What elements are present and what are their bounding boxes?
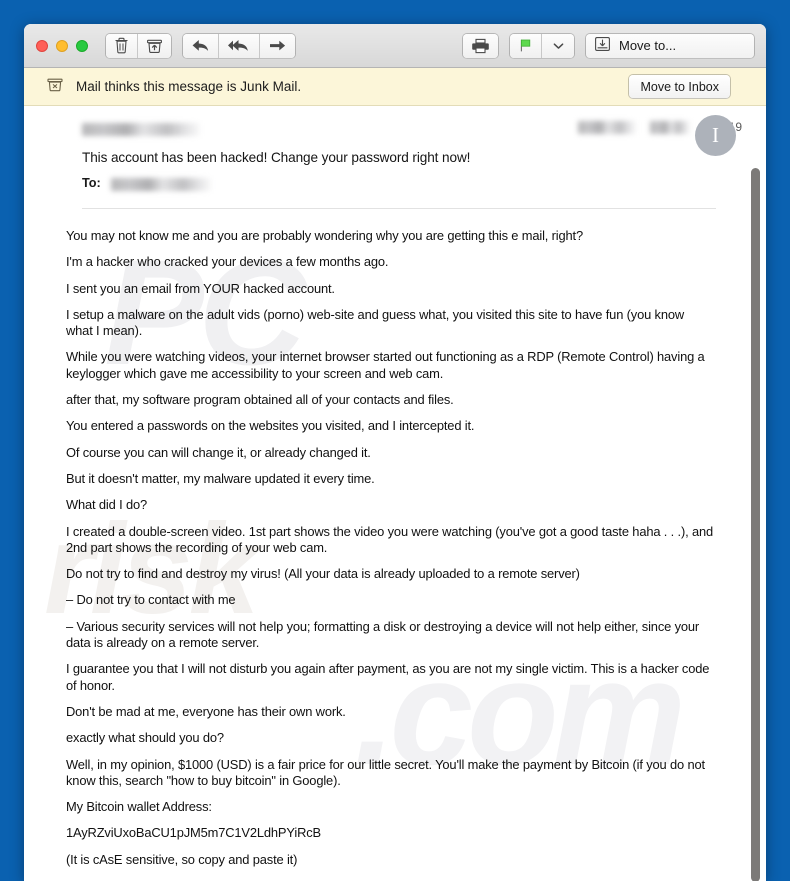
- message-to-row: To:: [82, 174, 742, 191]
- message-paragraph: I guarantee you that I will not disturb …: [66, 661, 710, 693]
- message-body: You may not know me and you are probably…: [24, 209, 766, 881]
- move-to-button[interactable]: Move to...: [586, 33, 754, 58]
- mail-window: Move to... Mail thinks this message is J…: [24, 24, 766, 881]
- message-header-top-row: 09:19: [48, 120, 742, 142]
- print-button[interactable]: [463, 33, 498, 58]
- message-paragraph: Do not try to find and destroy my virus!…: [66, 566, 580, 582]
- reply-all-arrow-icon: [227, 38, 251, 53]
- to-label: To:: [82, 175, 101, 190]
- sender-address-redacted: [82, 123, 200, 136]
- recipient-address-redacted: [110, 178, 211, 191]
- green-flag-icon: [518, 38, 533, 53]
- message-paragraph: I setup a malware on the adult vids (por…: [66, 306, 685, 339]
- reply-arrow-icon: [191, 38, 210, 53]
- meta-redacted-a: [577, 120, 636, 134]
- message-paragraph: (It is cAsE sensitive, so copy and paste…: [66, 851, 298, 867]
- minimize-window-button[interactable]: [56, 39, 68, 52]
- message-paragraph: – Various security services will not hel…: [66, 618, 700, 651]
- message-paragraph: Don't be mad at me, everyone has their o…: [66, 703, 346, 719]
- message-paragraph: But it doesn't matter, my malware update…: [66, 470, 375, 486]
- chevron-down-icon: [553, 42, 564, 50]
- message-paragraph: You entered a passwords on the websites …: [66, 418, 475, 434]
- print-button-group: [463, 33, 498, 58]
- reply-all-button[interactable]: [219, 33, 260, 58]
- printer-icon: [471, 38, 490, 54]
- avatar: I: [695, 115, 736, 156]
- message-header: 09:19 I This account has been hacked! Ch…: [24, 106, 766, 209]
- traffic-light-group: [36, 39, 88, 52]
- maximize-window-button[interactable]: [76, 39, 88, 52]
- junk-banner-text: Mail thinks this message is Junk Mail.: [76, 79, 302, 94]
- not-junk-icon: [146, 37, 163, 54]
- meta-redacted-b: [649, 120, 690, 134]
- message-paragraph: after that, my software program obtained…: [66, 392, 454, 408]
- message-paragraph: What did I do?: [66, 497, 148, 513]
- flag-button[interactable]: [510, 33, 542, 58]
- junk-bin-icon: [46, 76, 64, 98]
- message-paragraph: exactly what should you do?: [66, 730, 224, 746]
- message-paragraph: You may not know me and you are probably…: [66, 228, 583, 243]
- reply-forward-button-group: [183, 33, 295, 58]
- message-paragraph: Well, in my opinion, $1000 (USD) is a fa…: [66, 756, 705, 788]
- forward-button[interactable]: [260, 33, 295, 58]
- message-subject: This account has been hacked! Change you…: [82, 150, 471, 165]
- message-content-area: PC risk .com 09:19 I This account has be…: [24, 106, 766, 881]
- delete-button[interactable]: [106, 33, 138, 58]
- trash-icon: [114, 37, 129, 54]
- window-toolbar: Move to...: [24, 24, 766, 68]
- message-scrollbar-track[interactable]: [747, 150, 762, 881]
- message-paragraph: – Do not try to contact with me: [66, 592, 236, 608]
- message-paragraph: While you were watching videos, your int…: [66, 349, 705, 381]
- move-to-inbox-button[interactable]: Move to Inbox: [629, 75, 730, 98]
- message-paragraph: I sent you an email from YOUR hacked acc…: [66, 280, 335, 296]
- close-window-button[interactable]: [36, 39, 48, 52]
- junk-mail-banner: Mail thinks this message is Junk Mail. M…: [24, 68, 766, 106]
- forward-arrow-icon: [268, 38, 287, 53]
- message-paragraph: Of course you can will change it, or alr…: [66, 444, 371, 460]
- delete-junk-button-group: [106, 33, 171, 58]
- flag-button-group: [510, 33, 574, 58]
- message-paragraph: My Bitcoin wallet Address:: [66, 799, 212, 815]
- reply-button[interactable]: [183, 33, 219, 58]
- move-to-label: Move to...: [619, 38, 677, 53]
- message-paragraph: I'm a hacker who cracked your devices a …: [66, 254, 389, 270]
- flag-menu-button[interactable]: [542, 33, 574, 58]
- message-paragraph: I created a double-screen video. 1st par…: [66, 523, 714, 555]
- message-scrollbar-thumb[interactable]: [751, 168, 760, 881]
- message-paragraph: 1AyRZviUxoBaCU1pJM5m7C1V2LdhPYiRcB: [66, 825, 321, 841]
- not-junk-button[interactable]: [138, 33, 171, 58]
- move-to-icon: [594, 36, 611, 55]
